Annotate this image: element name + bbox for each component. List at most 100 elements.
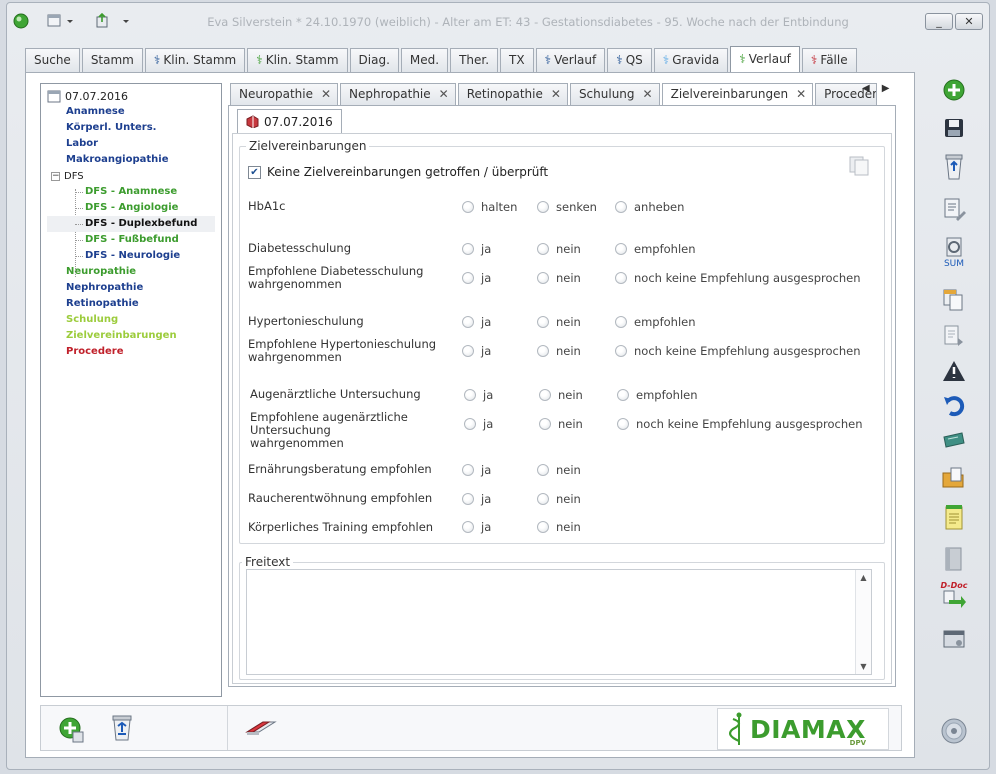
radio-button[interactable]: [615, 272, 627, 284]
radio-option[interactable]: nein: [537, 520, 581, 534]
subtab-nephropathie[interactable]: Nephropathie ✕: [340, 83, 456, 105]
radio-button[interactable]: [615, 345, 627, 357]
tab-verlauf-blue[interactable]: ⚕ Verlauf: [535, 48, 606, 72]
radio-button[interactable]: [615, 201, 627, 213]
radio-button[interactable]: [537, 272, 549, 284]
minimize-button[interactable]: _: [925, 13, 953, 30]
radio-button[interactable]: [537, 201, 549, 213]
warning-icon[interactable]: [929, 359, 979, 383]
radio-button[interactable]: [615, 243, 627, 255]
tree-item-procedere[interactable]: Procedere: [47, 344, 215, 360]
notepad-icon[interactable]: [929, 503, 979, 531]
radio-option[interactable]: nein: [537, 271, 581, 285]
radio-option[interactable]: ja: [462, 463, 491, 477]
radio-option[interactable]: senken: [537, 200, 597, 214]
tab-verlauf-green[interactable]: ⚕ Verlauf: [730, 46, 800, 72]
tree-item-dfs-neurologie[interactable]: DFS - Neurologie: [47, 248, 215, 264]
radio-option[interactable]: ja: [464, 417, 493, 431]
close-icon[interactable]: ✕: [321, 84, 331, 105]
radio-option[interactable]: ja: [462, 520, 491, 534]
subtab-neuropathie[interactable]: Neuropathie ✕: [230, 83, 339, 105]
bandage-icon[interactable]: [929, 429, 979, 453]
radio-button[interactable]: [462, 464, 474, 476]
tab-gravida[interactable]: ⚕ Gravida: [653, 48, 729, 72]
tab-klin-stamm-blue[interactable]: ⚕ Klin. Stamm: [144, 48, 246, 72]
tree-item-dfs-angiologie[interactable]: DFS - Angiologie: [47, 200, 215, 216]
tab-suche[interactable]: Suche: [25, 48, 80, 72]
radio-button[interactable]: [462, 316, 474, 328]
radio-button[interactable]: [462, 272, 474, 284]
tree-item-dfs[interactable]: − DFS: [47, 168, 215, 184]
radio-option[interactable]: nein: [537, 344, 581, 358]
tab-tx[interactable]: TX: [500, 48, 534, 72]
tab-stamm[interactable]: Stamm: [81, 48, 143, 72]
radio-button[interactable]: [537, 493, 549, 505]
folder-documents-icon[interactable]: [929, 465, 979, 491]
tree-item-labor[interactable]: Labor: [47, 136, 215, 152]
id-card-icon[interactable]: [929, 627, 979, 653]
radio-option[interactable]: ja: [462, 271, 491, 285]
radio-button[interactable]: [539, 389, 551, 401]
radio-option[interactable]: nein: [537, 492, 581, 506]
radio-option[interactable]: ja: [462, 315, 491, 329]
radio-button[interactable]: [464, 389, 476, 401]
close-icon[interactable]: ✕: [439, 84, 449, 105]
radio-button[interactable]: [615, 316, 627, 328]
tab-klin-stamm-green[interactable]: ⚕ Klin. Stamm: [247, 48, 348, 72]
radio-option[interactable]: nein: [537, 242, 581, 256]
document-edit-icon[interactable]: [929, 197, 979, 223]
no-agreement-checkbox[interactable]: ✔: [248, 165, 261, 179]
undo-icon[interactable]: [929, 393, 979, 417]
copy-documents-icon[interactable]: [929, 287, 979, 313]
tree-item-nephropathie[interactable]: Nephropathie: [47, 280, 215, 296]
radio-button[interactable]: [537, 345, 549, 357]
copy-icon[interactable]: [848, 155, 872, 180]
add-icon[interactable]: [929, 79, 979, 101]
close-icon[interactable]: ✕: [796, 84, 806, 105]
collapse-icon[interactable]: −: [51, 171, 60, 181]
tree-item-schulung[interactable]: Schulung: [47, 312, 215, 328]
radio-option[interactable]: halten: [462, 200, 517, 214]
radio-option[interactable]: ja: [462, 344, 491, 358]
freitext-scrollbar[interactable]: ▲ ▼: [855, 570, 871, 674]
no-agreement-row[interactable]: ✔ Keine Zielvereinbarungen getroffen / ü…: [248, 165, 548, 179]
tree-item-dfs-anamnese[interactable]: DFS - Anamnese: [47, 184, 215, 200]
scroll-left-icon[interactable]: ◀: [862, 83, 870, 94]
scroll-down-icon[interactable]: ▼: [856, 662, 871, 671]
close-icon[interactable]: ✕: [551, 84, 561, 105]
tree-item-koerperl-unters[interactable]: Körperl. Unters.: [47, 120, 215, 136]
app-orb-icon[interactable]: [13, 12, 29, 30]
radio-button[interactable]: [537, 521, 549, 533]
save-icon[interactable]: [929, 117, 979, 139]
radio-option[interactable]: ja: [462, 242, 491, 256]
radio-button[interactable]: [464, 418, 476, 430]
tree-item-zielvereinbarungen[interactable]: Zielvereinbarungen: [47, 328, 215, 344]
radio-button[interactable]: [462, 493, 474, 505]
radio-option[interactable]: nein: [539, 417, 583, 431]
tree-item-dfs-fussbefund[interactable]: DFS - Fußbefund: [47, 232, 215, 248]
radio-option[interactable]: ja: [464, 388, 493, 402]
radio-option[interactable]: noch keine Empfehlung ausgesprochen: [615, 271, 861, 285]
scroll-up-icon[interactable]: ▲: [856, 573, 871, 582]
subtab-zielvereinbarungen[interactable]: Zielvereinbarungen ✕: [661, 83, 814, 105]
tree-item-anamnese[interactable]: Anamnese: [47, 104, 215, 120]
ddoc-tool[interactable]: D-Doc: [929, 581, 979, 608]
tree-item-dfs-duplexbefund[interactable]: DFS - Duplexbefund: [47, 216, 215, 232]
tree-item-neuropathie[interactable]: Neuropathie: [47, 264, 215, 280]
export-menu-icon[interactable]: [95, 12, 131, 30]
radio-option[interactable]: ja: [462, 492, 491, 506]
radio-button[interactable]: [539, 418, 551, 430]
radio-button[interactable]: [462, 201, 474, 213]
close-button[interactable]: ✕: [955, 13, 983, 30]
radio-option[interactable]: anheben: [615, 200, 684, 214]
radio-option[interactable]: noch keine Empfehlung ausgesprochen: [615, 344, 861, 358]
radio-option[interactable]: nein: [539, 388, 583, 402]
tab-faelle[interactable]: ⚕ Fälle: [801, 48, 857, 72]
radio-option[interactable]: empfohlen: [615, 315, 696, 329]
radio-button[interactable]: [617, 418, 629, 430]
book-grey-icon[interactable]: [929, 545, 979, 573]
freitext-input[interactable]: ▲ ▼: [246, 569, 872, 675]
radio-option[interactable]: empfohlen: [615, 242, 696, 256]
radio-button[interactable]: [462, 243, 474, 255]
tree-item-retinopathie[interactable]: Retinopathie: [47, 296, 215, 312]
